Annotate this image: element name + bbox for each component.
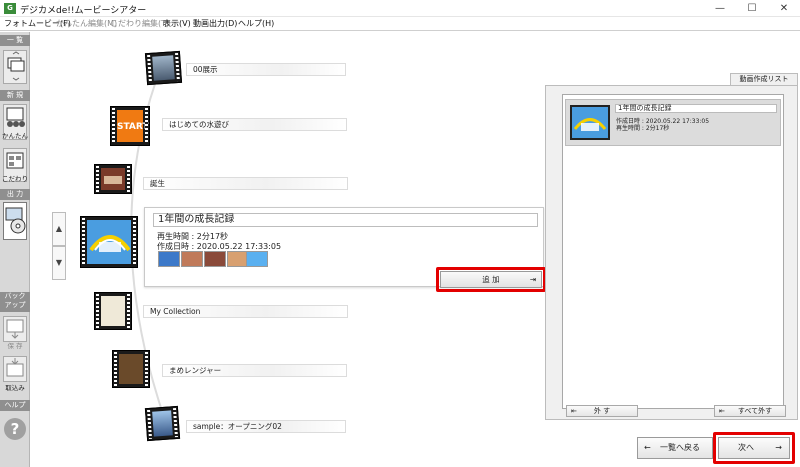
scroll-down-button[interactable]: ▼ — [52, 246, 66, 280]
project-thumb-collection[interactable] — [94, 292, 132, 330]
video-list[interactable]: 1年間の成長記録 作成日時 : 2020.05.22 17:33:05 再生時間… — [562, 94, 784, 409]
project-thumb-birth[interactable] — [94, 164, 132, 194]
project-title-collection[interactable]: My Collection — [143, 305, 348, 318]
remove-label: 外 す — [593, 407, 611, 415]
remove-arrow-icon: ⇤ — [571, 407, 577, 415]
selected-project-title: 1年間の成長記録 — [153, 213, 538, 227]
project-thumb-ranger[interactable] — [112, 350, 150, 388]
scene-thumb — [246, 251, 268, 267]
scene-thumb — [158, 251, 180, 267]
remove-all-button[interactable]: ⇤ すべて外す — [714, 405, 786, 417]
video-list-tab: 動画作成リスト — [730, 73, 798, 85]
project-title-ranger[interactable]: まめレンジャー — [162, 364, 347, 377]
scene-thumb — [181, 251, 203, 267]
scene-thumb — [204, 251, 226, 267]
project-title-exhibit[interactable]: 00展示 — [186, 63, 346, 76]
project-title-birth[interactable]: 誕生 — [143, 177, 348, 190]
back-arrow-icon: ← — [644, 443, 651, 452]
project-thumb-water-play[interactable]: START — [110, 106, 150, 146]
rainbow-thumb — [573, 118, 607, 131]
selected-project-thumb[interactable] — [80, 216, 138, 268]
video-list-panel: 1年間の成長記録 作成日時 : 2020.05.22 17:33:05 再生時間… — [545, 85, 798, 420]
scroll-up-button[interactable]: ▲ — [52, 212, 66, 246]
project-thumb-exhibit[interactable] — [144, 50, 183, 86]
rainbow-thumb — [89, 235, 131, 252]
project-thumb-sample[interactable] — [144, 405, 181, 442]
project-title-sample[interactable]: sample：オープニング02 — [186, 420, 346, 433]
remove-all-label: すべて外す — [737, 407, 773, 415]
video-list-item-duration: 再生時間 : 2分17秒 — [616, 125, 670, 132]
video-list-item-thumb — [570, 105, 610, 140]
video-list-item[interactable]: 1年間の成長記録 作成日時 : 2020.05.22 17:33:05 再生時間… — [565, 99, 781, 146]
back-to-list-label: 一覧へ戻る — [660, 443, 700, 452]
start-thumb-text: START — [117, 110, 149, 142]
add-button-highlight — [436, 267, 546, 292]
next-button-highlight — [713, 432, 795, 464]
project-title-water-play[interactable]: はじめての水遊び — [162, 118, 347, 131]
video-list-item-title: 1年間の成長記録 — [615, 104, 777, 113]
remove-button[interactable]: ⇤ 外 す — [566, 405, 638, 417]
remove-all-arrow-icon: ⇤ — [719, 407, 725, 415]
back-to-list-button[interactable]: ← 一覧へ戻る — [637, 437, 713, 459]
